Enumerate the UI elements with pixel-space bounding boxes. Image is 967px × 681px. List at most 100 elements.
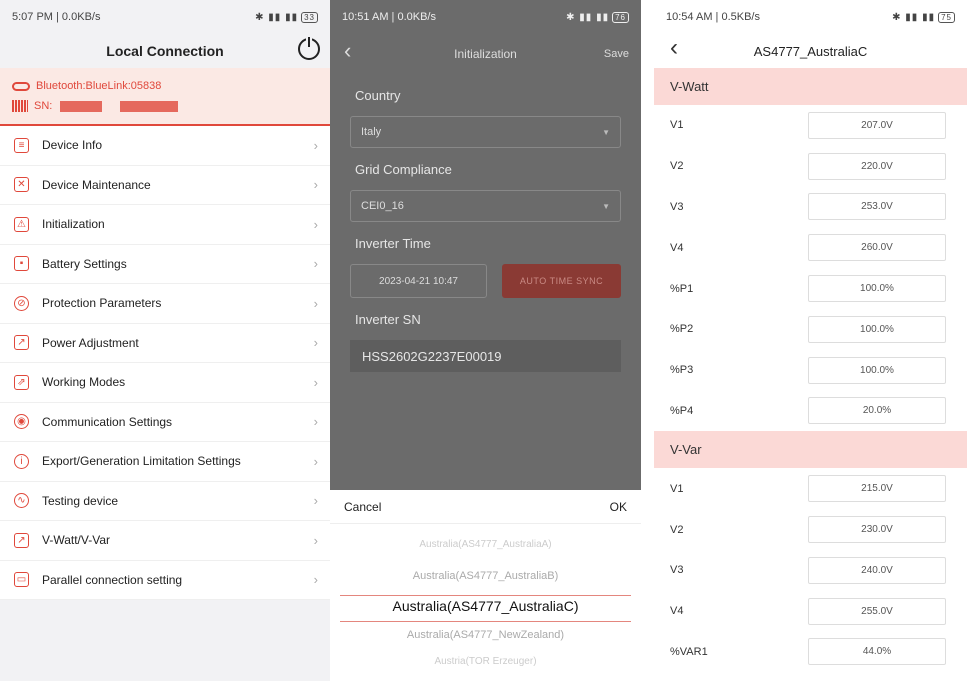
- inverter-sn-label: Inverter SN: [355, 312, 421, 327]
- vwatt-vvar-screen: 10:54 AM | 0.5KB/s ✱ ▮▮ ▮▮ 75 ‹ AS4777_Au…: [654, 0, 967, 681]
- vvar-list: V1 215.0V V2 230.0V V3 240.0V V4 255.0V %VAR1 44.…: [654, 468, 967, 672]
- save-button[interactable]: Save: [604, 48, 629, 60]
- picker-option[interactable]: Austria(TOR Erzeuger): [330, 656, 641, 667]
- barcode-icon: [12, 100, 28, 112]
- picker-divider: [340, 621, 631, 622]
- status-icons: ✱ ▮▮ ▮▮ 75: [892, 11, 955, 23]
- page-title: AS4777_AustraliaC: [753, 43, 868, 59]
- country-label: Country: [355, 88, 401, 103]
- redacted-sn: [120, 100, 179, 112]
- status-time: 5:07 PM | 0.0KB/s: [12, 11, 101, 23]
- back-icon[interactable]: ‹: [344, 38, 351, 64]
- menu-item[interactable]: ◉ Communication Settings ›: [0, 403, 330, 442]
- chevron-right-icon: ›: [313, 216, 318, 232]
- auto-time-sync-button[interactable]: AUTO TIME SYNC: [502, 264, 621, 298]
- param-value-input[interactable]: 44.0%: [808, 638, 946, 666]
- menu-item[interactable]: ⇗ Working Modes ›: [0, 363, 330, 403]
- caret-down-icon: ▼: [602, 201, 610, 211]
- param-value-input[interactable]: 207.0V: [808, 111, 946, 139]
- param-row: V4 260.0V: [654, 227, 967, 268]
- menu-item-label: Working Modes: [42, 375, 126, 390]
- param-label: %P1: [670, 282, 694, 295]
- picker-toolbar: Cancel OK: [330, 490, 641, 524]
- page-title: Local Connection: [106, 43, 224, 59]
- graph-icon: ↗: [14, 532, 29, 548]
- menu-item-label: Device Info: [42, 138, 103, 153]
- mode-icon: ⇗: [14, 374, 29, 390]
- menu-item-label: Initialization: [42, 217, 105, 232]
- picker-option[interactable]: Australia(AS4777_AustraliaB): [330, 570, 641, 582]
- param-value-input[interactable]: 215.0V: [808, 475, 946, 503]
- param-label: V2: [670, 523, 684, 536]
- back-icon[interactable]: ‹: [670, 34, 678, 62]
- menu-item[interactable]: ↗ V-Watt/V-Var ›: [0, 521, 330, 561]
- battery-icon: 75: [938, 11, 955, 23]
- param-row: %P2 100.0%: [654, 309, 967, 350]
- menu-item[interactable]: i Export/Generation Limitation Settings ›: [0, 442, 330, 482]
- menu-footer-space: [0, 600, 330, 680]
- param-value-input[interactable]: 260.0V: [808, 234, 946, 262]
- chevron-right-icon: ›: [313, 177, 318, 193]
- page-title: Initialization: [454, 47, 517, 61]
- status-time: 10:54 AM | 0.5KB/s: [666, 11, 760, 23]
- picker-option-selected[interactable]: Australia(AS4777_AustraliaC): [330, 598, 641, 614]
- chevron-right-icon: ›: [313, 572, 318, 588]
- grid-compliance-value: CEI0_16: [361, 200, 404, 212]
- menu-item-label: Export/Generation Limitation Settings: [42, 454, 241, 469]
- param-row: V2 220.0V: [654, 146, 967, 187]
- param-value-input[interactable]: 240.0V: [808, 556, 946, 584]
- chevron-right-icon: ›: [313, 256, 318, 272]
- tools-icon: ✕: [14, 177, 29, 193]
- bluetooth-label: Bluetooth:BlueLink:05838: [36, 80, 162, 92]
- param-value-input[interactable]: 100.0%: [808, 356, 946, 384]
- chevron-right-icon: ›: [313, 453, 318, 469]
- limit-icon: i: [14, 453, 29, 469]
- power-icon[interactable]: [298, 35, 320, 60]
- test-icon: ∿: [14, 493, 29, 509]
- picker-option[interactable]: Australia(AS4777_AustraliaA): [330, 539, 641, 550]
- cancel-button[interactable]: Cancel: [344, 500, 381, 514]
- menu-item[interactable]: ↗ Power Adjustment ›: [0, 324, 330, 363]
- param-label: V1: [670, 482, 684, 495]
- param-label: V4: [670, 241, 684, 254]
- battery-icon: 76: [612, 11, 629, 23]
- picker-option[interactable]: Australia(AS4777_NewZealand): [330, 629, 641, 641]
- parallel-icon: ▭: [14, 572, 29, 588]
- menu-item[interactable]: ▭ Parallel connection setting ›: [0, 561, 330, 600]
- param-value-input[interactable]: 100.0%: [808, 275, 946, 303]
- param-value-input[interactable]: 230.0V: [808, 516, 946, 544]
- battery-icon: 33: [301, 11, 318, 23]
- param-value-input[interactable]: 253.0V: [808, 193, 946, 221]
- chevron-right-icon: ›: [313, 295, 318, 311]
- menu-item[interactable]: ⊘ Protection Parameters ›: [0, 284, 330, 324]
- param-row: V1 215.0V: [654, 468, 967, 509]
- chevron-right-icon: ›: [313, 532, 318, 548]
- menu-item-label: Communication Settings: [42, 414, 173, 429]
- grid-compliance-select[interactable]: CEI0_16 ▼: [350, 190, 621, 222]
- header: ‹ Initialization Save: [330, 34, 641, 74]
- param-row: V4 255.0V: [654, 591, 967, 632]
- menu-item[interactable]: ≡ Device Info ›: [0, 126, 330, 166]
- country-select[interactable]: Italy ▼: [350, 116, 621, 148]
- param-value-input[interactable]: 255.0V: [808, 597, 946, 625]
- param-value-input[interactable]: 20.0%: [808, 397, 946, 425]
- menu-item[interactable]: ▪ Battery Settings ›: [0, 245, 330, 284]
- param-value-input[interactable]: 100.0%: [808, 315, 946, 343]
- ok-button[interactable]: OK: [610, 500, 627, 514]
- menu-item[interactable]: ∿ Testing device ›: [0, 482, 330, 521]
- antenna-icon: ◉: [14, 414, 29, 430]
- country-value: Italy: [361, 126, 382, 138]
- menu-item[interactable]: ✕ Device Maintenance ›: [0, 166, 330, 205]
- inverter-time-field[interactable]: 2023-04-21 10:47: [350, 264, 488, 298]
- menu-item[interactable]: ⚠ Initialization ›: [0, 205, 330, 245]
- status-icons: ✱ ▮▮ ▮▮ 76: [566, 11, 629, 23]
- vwatt-section-header: V-Watt: [654, 68, 967, 105]
- param-value-input[interactable]: 220.0V: [808, 152, 946, 180]
- vvar-section-header: V-Var: [654, 431, 967, 469]
- grid-compliance-picker[interactable]: Australia(AS4777_AustraliaA) Australia(A…: [330, 524, 641, 681]
- inverter-sn-value: HSS2602G2237E00019: [350, 340, 621, 372]
- status-icons: ✱ ▮▮ ▮▮ 33: [255, 11, 318, 23]
- shield-icon: ⊘: [14, 295, 29, 311]
- param-label: V4: [670, 605, 684, 618]
- sn-label: SN:: [34, 100, 53, 112]
